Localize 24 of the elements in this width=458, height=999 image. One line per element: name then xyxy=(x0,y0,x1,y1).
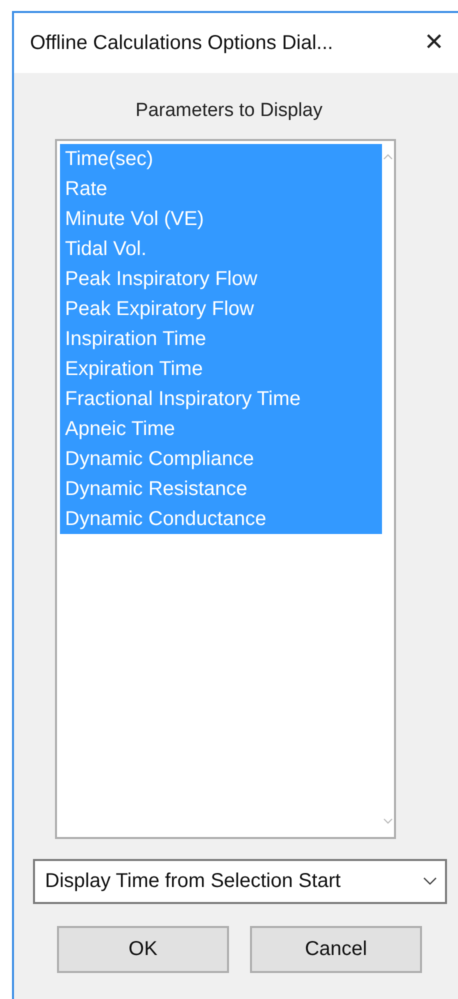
dropdown-value: Display Time from Selection Start xyxy=(45,869,341,894)
list-item[interactable]: Minute Vol (VE) xyxy=(60,204,382,234)
list-item[interactable]: Dynamic Conductance xyxy=(60,504,382,534)
list-item[interactable]: Peak Expiratory Flow xyxy=(60,294,382,324)
dropdown-caret-icon xyxy=(423,877,437,885)
scroll-down-icon[interactable] xyxy=(383,818,393,824)
list-item[interactable]: Tidal Vol. xyxy=(60,234,382,264)
list-item[interactable]: Time(sec) xyxy=(60,144,382,174)
ok-button[interactable]: OK xyxy=(57,926,229,972)
cancel-button[interactable]: Cancel xyxy=(250,926,422,972)
list-item[interactable]: Apneic Time xyxy=(60,414,382,444)
list-item[interactable]: Rate xyxy=(60,174,382,204)
list-label: Parameters to Display xyxy=(136,99,322,123)
window-title: Offline Calculations Options Dial... xyxy=(30,31,334,56)
list-item[interactable]: Dynamic Compliance xyxy=(60,444,382,474)
list-item[interactable]: Peak Inspiratory Flow xyxy=(60,264,382,294)
scroll-up-icon[interactable] xyxy=(383,154,393,160)
time-dropdown[interactable]: Display Time from Selection Start xyxy=(33,858,447,904)
close-button[interactable]: ✕ xyxy=(424,31,444,55)
list-item[interactable]: Inspiration Time xyxy=(60,324,382,354)
list-item[interactable]: Fractional Inspiratory Time xyxy=(60,384,382,414)
parameters-listbox[interactable] xyxy=(55,138,396,838)
list-item[interactable]: Dynamic Resistance xyxy=(60,474,382,504)
list-item[interactable]: Expiration Time xyxy=(60,354,382,384)
